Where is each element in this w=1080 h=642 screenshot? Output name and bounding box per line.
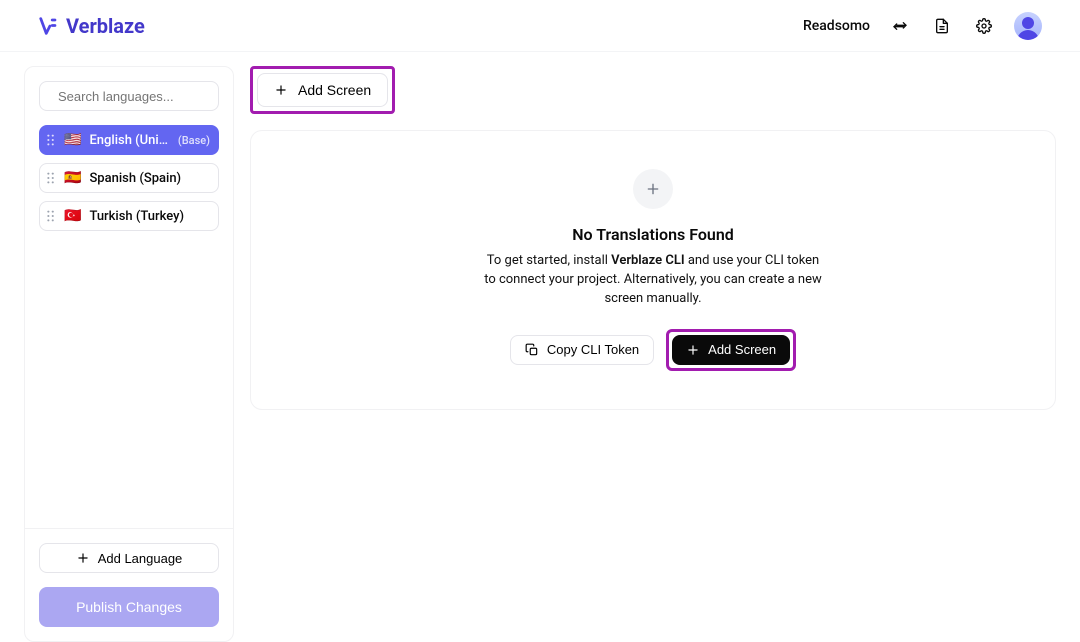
search-input[interactable] [58,89,234,104]
highlight-add-screen-center: Add Screen [666,329,796,371]
plus-icon [76,551,90,565]
swap-icon[interactable] [888,14,912,38]
language-list: 🇺🇸 English (Unite... (Base) 🇪🇸 Spanish (… [39,125,219,231]
language-name: Spanish (Spain) [89,171,210,186]
logo-text: Verblaze [66,14,145,38]
main: 🇺🇸 English (Unite... (Base) 🇪🇸 Spanish (… [0,52,1080,641]
avatar[interactable] [1014,12,1042,40]
toolbar: Add Screen [250,66,1056,114]
empty-panel: No Translations Found To get started, in… [250,130,1056,410]
publish-label: Publish Changes [76,599,182,615]
copy-cli-token-button[interactable]: Copy CLI Token [510,335,654,365]
header-right: Readsomo [803,12,1042,40]
gear-icon[interactable] [972,14,996,38]
add-screen-button-top[interactable]: Add Screen [257,73,388,107]
drag-handle-icon[interactable] [46,171,56,185]
add-screen-label: Add Screen [298,82,371,98]
add-screen-button-center[interactable]: Add Screen [672,335,790,365]
flag-icon: 🇹🇷 [64,208,81,224]
content: Add Screen No Translations Found To get … [250,66,1056,641]
copy-cli-label: Copy CLI Token [547,342,639,357]
publish-changes-button[interactable]: Publish Changes [39,587,219,627]
drag-handle-icon[interactable] [46,209,56,223]
language-name: Turkish (Turkey) [89,209,210,224]
language-name: English (Unite... [89,133,169,148]
copy-icon [525,343,539,357]
header: Verblaze Readsomo [0,0,1080,52]
language-tag: (Base) [178,134,210,147]
plus-icon [645,181,661,197]
language-item-spanish[interactable]: 🇪🇸 Spanish (Spain) [39,163,219,193]
language-item-english[interactable]: 🇺🇸 English (Unite... (Base) [39,125,219,155]
sidebar: 🇺🇸 English (Unite... (Base) 🇪🇸 Spanish (… [24,66,234,642]
document-icon[interactable] [930,14,954,38]
empty-title: No Translations Found [572,225,734,244]
add-language-button[interactable]: Add Language [39,543,219,573]
plus-icon [686,343,700,357]
empty-state: No Translations Found To get started, in… [483,169,823,371]
flag-icon: 🇪🇸 [64,170,81,186]
logo-icon [38,15,60,37]
flag-icon: 🇺🇸 [64,132,81,148]
plus-icon [274,83,288,97]
empty-description: To get started, install Verblaze CLI and… [483,252,823,309]
logo[interactable]: Verblaze [38,14,145,38]
add-screen-label: Add Screen [708,342,776,357]
project-name[interactable]: Readsomo [803,18,870,34]
search-input-wrap[interactable] [39,81,219,111]
language-item-turkish[interactable]: 🇹🇷 Turkish (Turkey) [39,201,219,231]
empty-icon-circle [633,169,673,209]
empty-actions: Copy CLI Token Add Screen [510,329,796,371]
add-language-label: Add Language [98,551,183,566]
highlight-add-screen-top: Add Screen [250,66,395,114]
drag-handle-icon[interactable] [46,133,56,147]
